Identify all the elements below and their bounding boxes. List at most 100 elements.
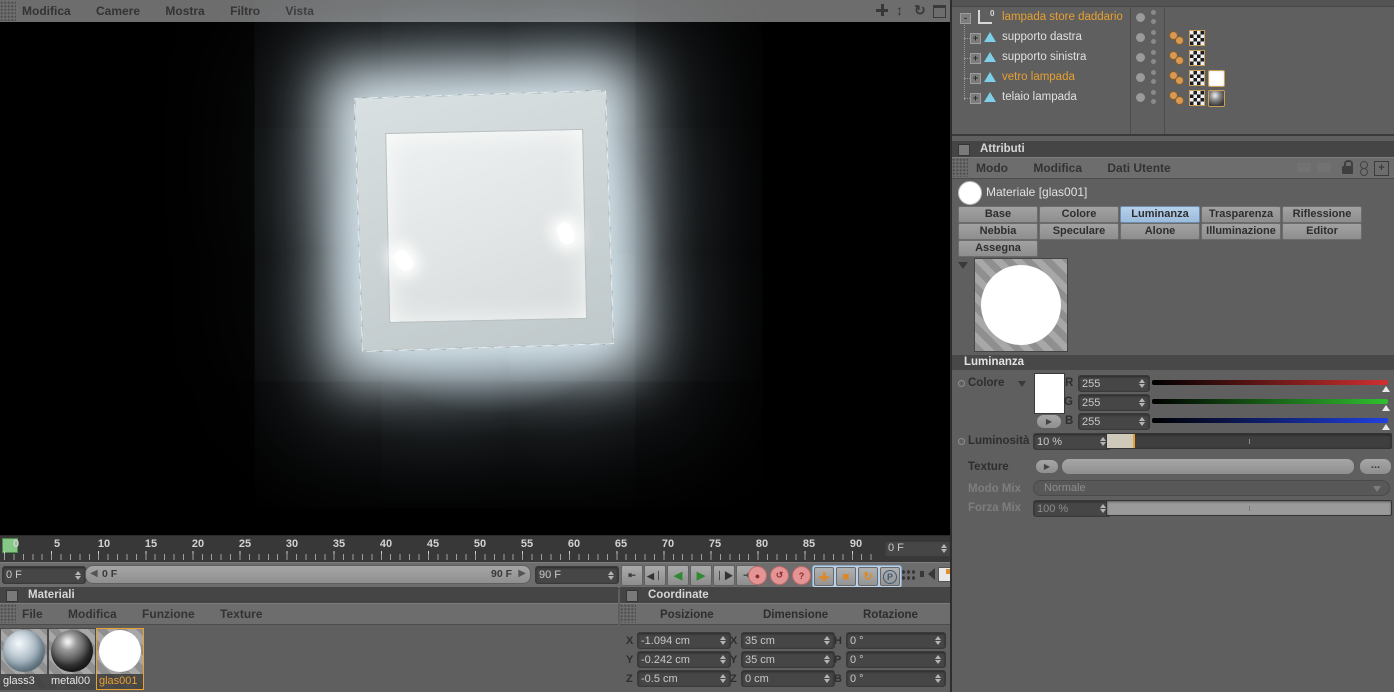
pos-z-field[interactable]: -0.5 cm xyxy=(637,670,731,687)
rot-h-field[interactable]: 0 ° xyxy=(846,632,946,649)
uvw-tag-icon[interactable] xyxy=(1189,50,1205,66)
tab-colore[interactable]: Colore xyxy=(1039,206,1119,223)
visibility-dot[interactable] xyxy=(1136,73,1145,82)
uvw-tag-icon[interactable] xyxy=(1189,70,1205,86)
luminosita-slider[interactable] xyxy=(1106,433,1392,449)
material-tile-metal00[interactable]: metal00 xyxy=(48,628,96,690)
section-luminanza[interactable]: Luminanza xyxy=(952,355,1394,370)
mat-menu-modifica[interactable]: Modifica xyxy=(68,604,117,624)
dim-y-field[interactable]: 35 cm xyxy=(741,651,835,668)
om-row-telaio-lampada[interactable]: + telaio lampada xyxy=(952,88,1394,108)
attr-menu-modifica[interactable]: Modifica xyxy=(1033,158,1082,178)
editor-visibility-dot[interactable] xyxy=(1151,30,1156,35)
history-back-icon[interactable] xyxy=(1297,163,1311,172)
goto-start-button[interactable]: ⇤ xyxy=(621,565,643,586)
render-visibility-dot[interactable] xyxy=(1151,99,1156,104)
channel-r-field[interactable]: 255 xyxy=(1078,375,1150,392)
channel-b-field[interactable]: 255 xyxy=(1078,413,1150,430)
phong-tag-icon[interactable] xyxy=(1169,91,1185,106)
pos-x-field[interactable]: -1.094 cm xyxy=(637,632,731,649)
material-tile-glas001[interactable]: glas001 xyxy=(96,628,144,690)
link-icon[interactable] xyxy=(1360,161,1368,176)
panel-grip[interactable] xyxy=(620,604,636,623)
current-frame-field[interactable]: 0 F xyxy=(2,566,86,584)
texture-browse-button[interactable]: ... xyxy=(1359,458,1392,475)
stepper-icon[interactable] xyxy=(939,543,948,553)
menu-modifica[interactable]: Modifica xyxy=(22,1,71,21)
phong-tag-icon[interactable] xyxy=(1169,71,1185,86)
materials-titlebar[interactable]: Materiali xyxy=(0,587,618,603)
stepper-icon[interactable] xyxy=(73,570,82,580)
mat-menu-texture[interactable]: Texture xyxy=(220,604,262,624)
range-start-arrow-icon[interactable]: ◀ xyxy=(90,568,98,579)
om-row-supporto-sinistra[interactable]: + supporto sinistra xyxy=(952,48,1394,68)
play-forward-button[interactable]: ▶ xyxy=(690,565,712,586)
material-large-preview[interactable] xyxy=(974,258,1068,352)
autokey-button[interactable]: ↺ xyxy=(770,566,789,585)
dim-z-field[interactable]: 0 cm xyxy=(741,670,835,687)
key-position-button[interactable] xyxy=(814,567,834,586)
expander-icon[interactable]: - xyxy=(960,13,971,24)
slider-handle-icon[interactable] xyxy=(1382,386,1390,392)
history-forward-icon[interactable] xyxy=(1317,163,1331,172)
render-visibility-dot[interactable] xyxy=(1151,19,1156,24)
panel-grip[interactable] xyxy=(0,1,16,21)
channel-b-slider[interactable] xyxy=(1152,418,1388,423)
sound-icon[interactable] xyxy=(920,568,935,580)
panel-grip[interactable] xyxy=(0,604,16,623)
tab-nebbia[interactable]: Nebbia xyxy=(958,223,1038,240)
render-visibility-dot[interactable] xyxy=(1151,39,1156,44)
rot-b-field[interactable]: 0 ° xyxy=(846,670,946,687)
tab-trasparenza[interactable]: Trasparenza xyxy=(1201,206,1281,223)
uvw-tag-icon[interactable] xyxy=(1189,90,1205,106)
editor-visibility-dot[interactable] xyxy=(1151,90,1156,95)
expander-icon[interactable]: + xyxy=(970,53,981,64)
play-backward-button[interactable]: ◀ xyxy=(667,565,689,586)
frame-field-top[interactable]: 0 F xyxy=(884,539,952,557)
color-swatch[interactable] xyxy=(1034,373,1065,414)
expander-icon[interactable]: + xyxy=(970,93,981,104)
material-tag-metal[interactable] xyxy=(1208,90,1225,107)
dim-x-field[interactable]: 35 cm xyxy=(741,632,835,649)
render-visibility-dot[interactable] xyxy=(1151,59,1156,64)
om-row-supporto-dastra[interactable]: + supporto dastra xyxy=(952,28,1394,48)
om-row-lampada[interactable]: - 0 lampada store daddario xyxy=(952,8,1394,28)
expander-icon[interactable]: + xyxy=(970,73,981,84)
channel-g-field[interactable]: 255 xyxy=(1078,394,1150,411)
texture-expand-button[interactable]: ▶ xyxy=(1035,459,1059,474)
color-expand-button[interactable]: ▶ xyxy=(1036,414,1062,429)
forza-mix-slider[interactable] xyxy=(1106,500,1392,516)
mat-menu-file[interactable]: File xyxy=(22,604,43,624)
visibility-dot[interactable] xyxy=(1136,13,1145,22)
scale-icon[interactable]: ↕ xyxy=(896,2,903,18)
phong-tag-icon[interactable] xyxy=(1169,31,1185,46)
key-rotation-button[interactable]: ↻ xyxy=(858,567,878,586)
timeline-range-scrubber[interactable]: ◀ 0 F 90 F ▶ xyxy=(85,565,531,584)
expander-icon[interactable]: + xyxy=(970,33,981,44)
attr-menu-modo[interactable]: Modo xyxy=(976,158,1008,178)
menu-filtro[interactable]: Filtro xyxy=(230,1,260,21)
visibility-dot[interactable] xyxy=(1136,93,1145,102)
prev-frame-button[interactable]: ◀｜ xyxy=(644,565,666,586)
end-frame-field[interactable]: 90 F xyxy=(535,566,619,584)
stepper-icon[interactable] xyxy=(606,570,615,580)
om-scroll-strip[interactable] xyxy=(952,0,1394,7)
luminosita-field[interactable]: 10 % xyxy=(1033,433,1111,450)
visibility-dot[interactable] xyxy=(1136,33,1145,42)
pla-dots-icon[interactable] xyxy=(901,569,916,581)
channel-g-slider[interactable] xyxy=(1152,399,1388,404)
pos-y-field[interactable]: -0.242 cm xyxy=(637,651,731,668)
key-parameter-button[interactable]: P xyxy=(880,567,900,586)
tab-alone[interactable]: Alone xyxy=(1120,223,1200,240)
panel-grip[interactable] xyxy=(952,158,968,177)
colore-dropdown-icon[interactable] xyxy=(1018,381,1026,387)
maximize-view-icon[interactable] xyxy=(933,5,946,18)
rot-p-field[interactable]: 0 ° xyxy=(846,651,946,668)
tab-riflessione[interactable]: Riflessione xyxy=(1282,206,1362,223)
editor-visibility-dot[interactable] xyxy=(1151,10,1156,15)
coordinates-titlebar[interactable]: Coordinate xyxy=(620,587,950,603)
menu-vista[interactable]: Vista xyxy=(285,1,313,21)
mat-menu-funzione[interactable]: Funzione xyxy=(142,604,195,624)
phong-tag-icon[interactable] xyxy=(1169,51,1185,66)
next-frame-button[interactable]: ｜▶ xyxy=(713,565,735,586)
